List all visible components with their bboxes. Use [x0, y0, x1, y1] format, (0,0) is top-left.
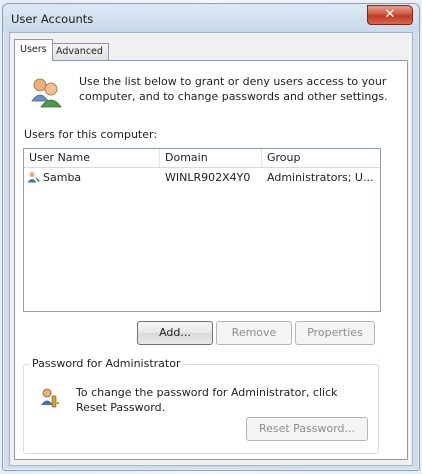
column-header-domain[interactable]: Domain	[160, 149, 262, 167]
window-title: User Accounts	[11, 12, 94, 26]
dialog-client-area: Users Advanced Use the list below to gra…	[9, 32, 413, 466]
tab-users[interactable]: Users	[14, 39, 53, 61]
table-row[interactable]: Samba WINLR902X4Y0 Administrators; U...	[24, 169, 380, 186]
close-icon: ✕	[384, 7, 396, 22]
password-groupbox: Password for Administrator To change the…	[23, 357, 379, 454]
intro-description: Use the list below to grant or deny user…	[79, 75, 388, 103]
key-icon	[41, 388, 59, 408]
title-bar[interactable]: User Accounts ✕	[3, 4, 419, 32]
add-button[interactable]: Add...	[137, 321, 213, 345]
user-name-text: Samba	[43, 171, 82, 184]
user-icon	[27, 171, 40, 183]
reset-password-button[interactable]: Reset Password...	[246, 417, 368, 441]
users-icon	[31, 78, 62, 108]
password-group-title: Password for Administrator	[29, 357, 184, 370]
tab-advanced[interactable]: Advanced	[50, 43, 109, 60]
list-header: User Name Domain Group	[24, 149, 380, 168]
users-tab-panel: Use the list below to grant or deny user…	[14, 60, 408, 460]
cell-user-name: Samba	[27, 169, 157, 186]
close-button[interactable]: ✕	[367, 5, 413, 25]
cell-group: Administrators; U...	[267, 171, 374, 184]
column-header-user-name[interactable]: User Name	[24, 149, 160, 167]
users-list-label: Users for this computer:	[24, 128, 158, 141]
column-header-group[interactable]: Group	[262, 149, 380, 167]
cell-domain: WINLR902X4Y0	[165, 171, 251, 184]
users-list[interactable]: User Name Domain Group Samba WINLR902X4Y…	[23, 148, 381, 312]
user-accounts-window: User Accounts ✕ Users Advanced Use the l…	[2, 3, 420, 471]
remove-button[interactable]: Remove	[216, 321, 292, 345]
password-description: To change the password for Administrator…	[76, 386, 338, 414]
properties-button[interactable]: Properties	[295, 321, 375, 345]
